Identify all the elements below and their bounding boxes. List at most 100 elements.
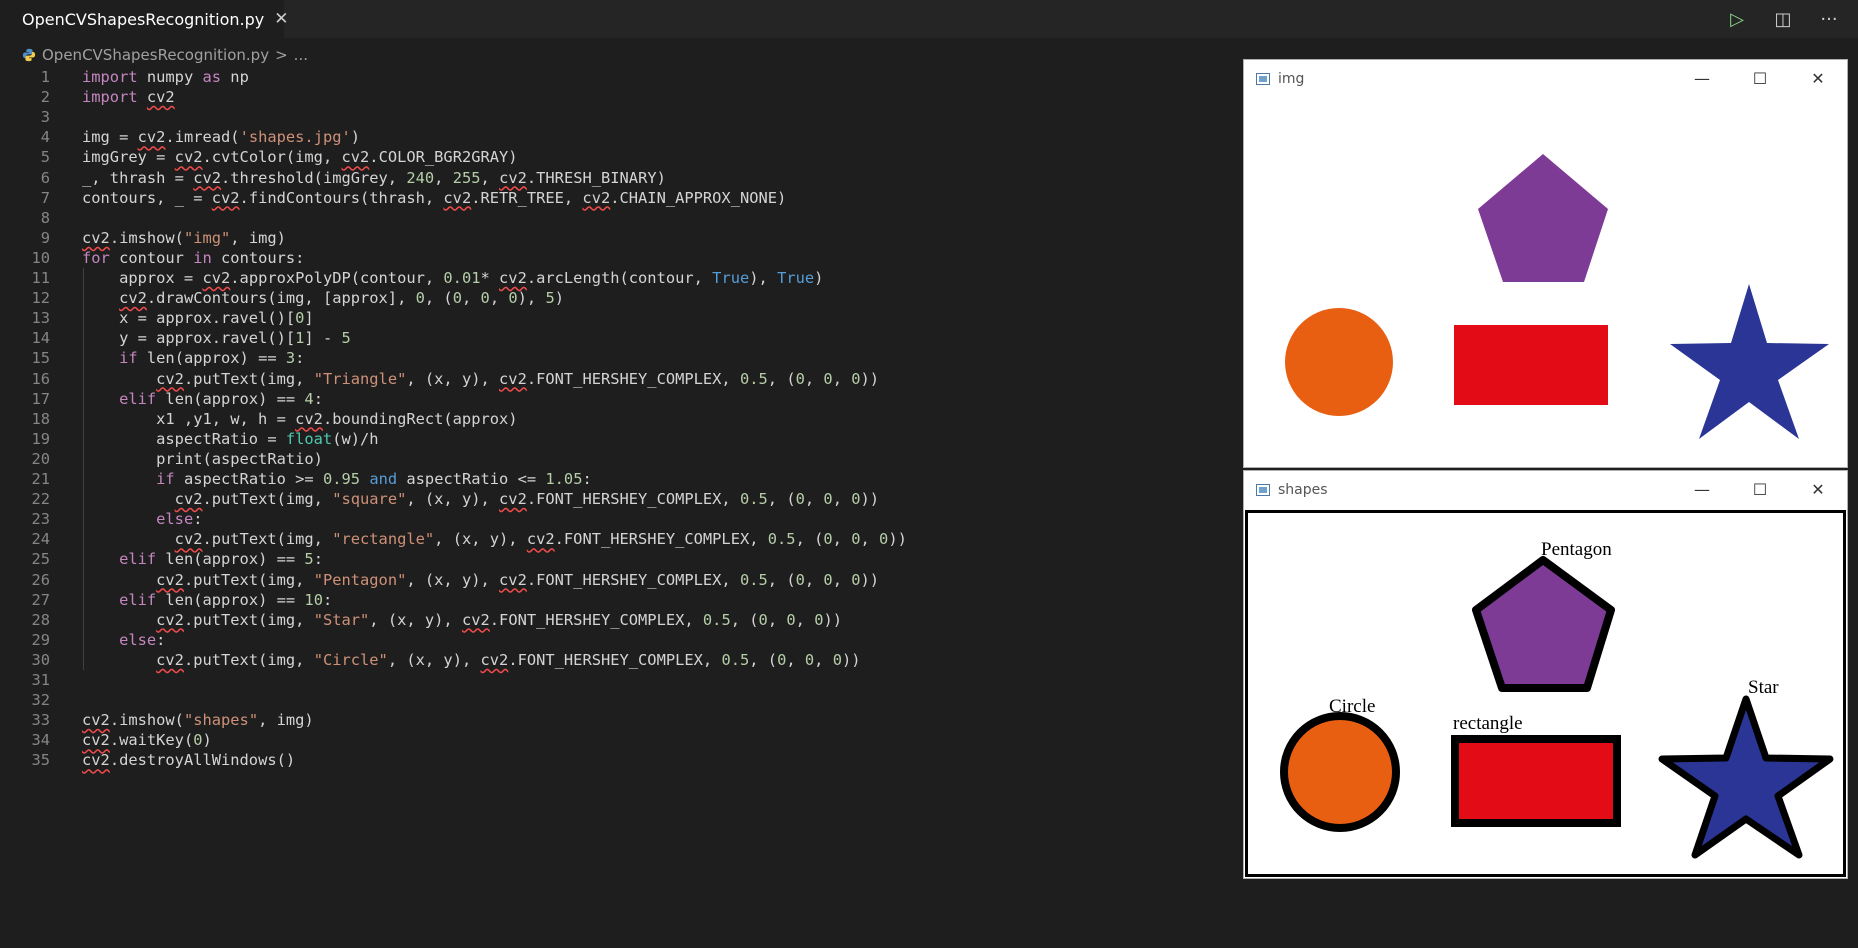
pentagon-shape (1478, 154, 1608, 282)
shapes-window[interactable]: shapes — ☐ ✕ Pentagon Circle rectangle S… (1243, 470, 1848, 879)
close-tab-icon[interactable]: ✕ (274, 9, 288, 29)
line-number: 3 (40, 108, 50, 127)
code-text: cv2.putText(img, "rectangle", (x, y), cv… (174, 530, 907, 549)
code-text: else: (156, 510, 203, 529)
line-number: 19 (31, 429, 50, 448)
star-shape (1670, 284, 1829, 439)
tab-label: OpenCVShapesRecognition.py (22, 9, 265, 29)
rectangle-label: rectangle (1453, 713, 1523, 734)
line-number: 33 (31, 711, 50, 730)
breadcrumb-more[interactable]: ... (294, 46, 308, 64)
python-file-icon (22, 48, 36, 62)
code-text: import cv2 (82, 88, 175, 107)
circle-shape (1285, 308, 1393, 416)
maximize-button[interactable]: ☐ (1731, 60, 1789, 98)
code-text: if aspectRatio >= 0.95 and aspectRatio <… (156, 470, 592, 488)
star-label: Star (1748, 677, 1779, 698)
line-number: 1 (40, 68, 50, 86)
code-text: cv2.waitKey(0) (82, 731, 212, 750)
line-number: 26 (31, 570, 50, 589)
line-number: 15 (31, 349, 50, 368)
code-text: for contour in contours: (82, 248, 305, 267)
code-text: if len(approx) == 3: (119, 349, 305, 368)
close-button[interactable]: ✕ (1789, 60, 1847, 98)
code-text: cv2.imshow("shapes", img) (82, 711, 314, 730)
line-number: 18 (31, 409, 50, 428)
maximize-button[interactable]: ☐ (1731, 471, 1789, 509)
line-number: 7 (40, 188, 50, 207)
window-app-icon (1256, 484, 1270, 496)
line-number: 14 (31, 329, 50, 348)
code-text: cv2.putText(img, "Pentagon", (x, y), cv2… (156, 570, 880, 589)
code-text: elif len(approx) == 5: (119, 550, 323, 569)
line-number: 6 (40, 168, 50, 187)
line-number: 31 (31, 671, 50, 689)
split-editor-icon[interactable]: ◫ (1772, 9, 1794, 30)
rectangle-shape (1451, 735, 1621, 827)
line-number: 12 (31, 289, 50, 308)
minimize-button[interactable]: — (1673, 60, 1731, 98)
line-number: 21 (31, 470, 50, 488)
line-number: 32 (31, 691, 50, 710)
editor-actions: ▷ ◫ ··· (1726, 0, 1840, 38)
run-icon[interactable]: ▷ (1726, 9, 1748, 30)
line-number: 2 (40, 88, 50, 107)
line-number: 30 (31, 650, 50, 669)
shapes-canvas: Pentagon Circle rectangle Star (1245, 510, 1846, 877)
code-text: cv2.putText(img, "Star", (x, y), cv2.FON… (156, 610, 843, 629)
close-button[interactable]: ✕ (1789, 471, 1847, 509)
more-actions-icon[interactable]: ··· (1818, 9, 1840, 30)
code-text: x1 ,y1, w, h = cv2.boundingRect(approx) (82, 409, 518, 428)
window-app-icon (1256, 73, 1270, 85)
img-window-title: img (1278, 71, 1305, 87)
code-text: import numpy as np (82, 68, 249, 86)
code-text: print(aspectRatio) (82, 449, 323, 468)
img-window[interactable]: img — ☐ ✕ (1243, 59, 1848, 468)
code-text: x = approx.ravel()[0] (82, 309, 314, 328)
code-text: cv2.imshow("img", img) (82, 228, 286, 247)
code-text: else: (119, 630, 166, 649)
code-text: elif len(approx) == 10: (119, 590, 333, 609)
shapes-window-title: shapes (1278, 482, 1328, 498)
line-number: 8 (40, 208, 50, 227)
code-text: contours, _ = cv2.findContours(thrash, c… (82, 188, 787, 207)
code-text: y = approx.ravel()[1] - 5 (82, 329, 351, 348)
line-number: 25 (31, 550, 50, 569)
rectangle-shape (1454, 325, 1608, 405)
star-shape (1658, 695, 1834, 859)
shapes-window-titlebar[interactable]: shapes — ☐ ✕ (1244, 471, 1847, 509)
breadcrumb-separator: > (275, 46, 288, 64)
code-text: cv2.putText(img, "Triangle", (x, y), cv2… (156, 369, 880, 388)
line-number: 13 (31, 309, 50, 328)
img-window-titlebar[interactable]: img — ☐ ✕ (1244, 60, 1847, 98)
line-number: 9 (40, 228, 50, 247)
tab-bar: OpenCVShapesRecognition.py ✕ ▷ ◫ ··· (0, 0, 1858, 38)
line-number: 35 (31, 751, 50, 770)
code-text: cv2.putText(img, "square", (x, y), cv2.F… (174, 490, 880, 509)
pentagon-shape (1472, 556, 1615, 692)
pentagon-label: Pentagon (1541, 539, 1612, 560)
line-number: 34 (31, 731, 50, 750)
code-text: aspectRatio = float(w)/h (82, 429, 379, 448)
indent-guide (82, 268, 84, 670)
code-text: cv2.drawContours(img, [approx], 0, (0, 0… (119, 289, 565, 308)
code-text: approx = cv2.approxPolyDP(contour, 0.01*… (82, 269, 824, 287)
line-number: 22 (31, 490, 50, 509)
line-number: 27 (31, 590, 50, 609)
code-text: img = cv2.imread('shapes.jpg') (82, 128, 361, 147)
breadcrumb-file[interactable]: OpenCVShapesRecognition.py (42, 46, 269, 64)
line-number: 24 (31, 530, 50, 549)
code-text: cv2.destroyAllWindows() (82, 751, 296, 770)
line-number: 16 (31, 369, 50, 388)
code-text: cv2.putText(img, "Circle", (x, y), cv2.F… (156, 650, 861, 669)
line-number: 11 (31, 269, 50, 287)
code-text: elif len(approx) == 4: (119, 389, 323, 408)
line-number: 20 (31, 449, 50, 468)
editor-tab[interactable]: OpenCVShapesRecognition.py ✕ (0, 0, 288, 38)
line-number: 5 (40, 148, 50, 167)
minimize-button[interactable]: — (1673, 471, 1731, 509)
line-number: 23 (31, 510, 50, 529)
circle-shape (1280, 712, 1400, 832)
line-number: 4 (40, 128, 50, 147)
code-text: imgGrey = cv2.cvtColor(img, cv2.COLOR_BG… (82, 148, 518, 167)
